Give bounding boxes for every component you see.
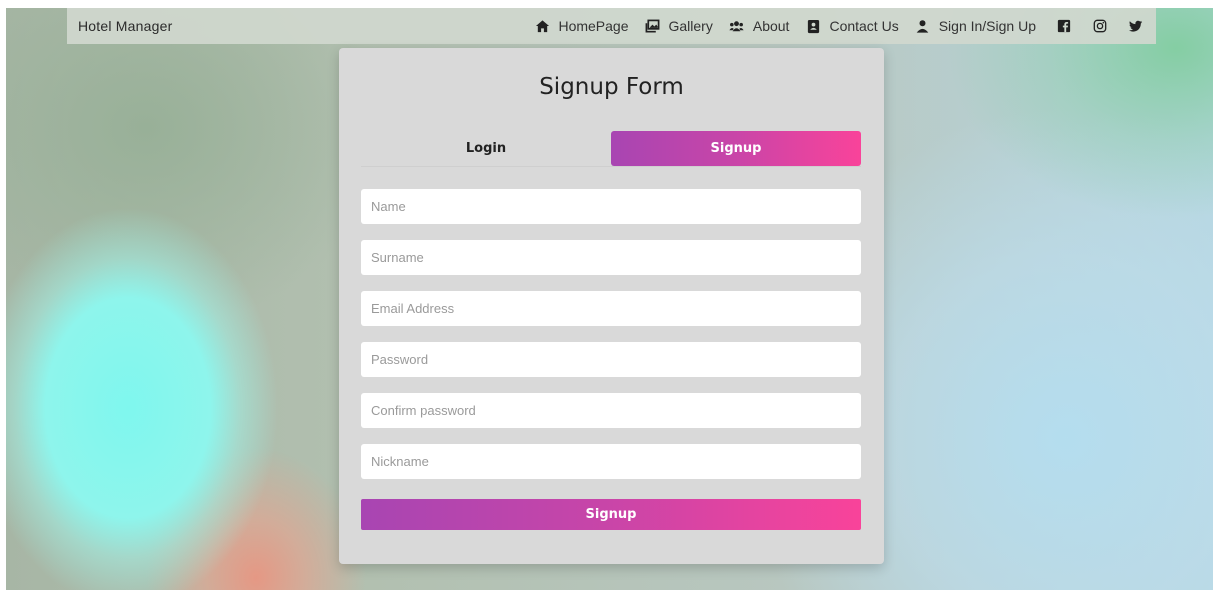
nav-link-label: About [752,18,790,34]
nav-link-sign-in-sign-up[interactable]: Sign In/Sign Up [915,18,1036,34]
email-field[interactable] [361,291,861,326]
nav-link-gallery[interactable]: Gallery [645,18,713,34]
top-navbar: Hotel Manager HomePage Gallery About Con… [67,8,1156,44]
gallery-icon [645,18,661,34]
name-field[interactable] [361,189,861,224]
nav-links: HomePage Gallery About Contact Us Sign I… [518,18,1144,34]
form-title: Signup Form [539,74,684,100]
nav-link-label: Sign In/Sign Up [938,18,1036,34]
instagram-icon[interactable] [1092,18,1108,34]
user-icon [915,18,931,34]
nav-link-homepage[interactable]: HomePage [534,18,629,34]
tab-login[interactable]: Login [361,131,611,166]
nav-link-label: Contact Us [829,18,899,34]
nav-link-label: Gallery [668,18,713,34]
confirm-password-field[interactable] [361,393,861,428]
home-icon [534,18,550,34]
nav-link-about[interactable]: About [729,18,790,34]
facebook-icon[interactable] [1056,18,1072,34]
twitter-icon[interactable] [1128,18,1144,34]
signup-card: Signup Form Login Signup Signup [339,48,884,564]
contact-card-icon [805,18,821,34]
tab-signup[interactable]: Signup [611,131,861,166]
auth-tabs: Login Signup [361,131,861,167]
surname-field[interactable] [361,240,861,275]
users-icon [729,18,745,34]
password-field[interactable] [361,342,861,377]
signup-submit-button[interactable]: Signup [361,499,861,530]
brand-name[interactable]: Hotel Manager [78,18,172,34]
nav-link-contact-us[interactable]: Contact Us [805,18,899,34]
nickname-field[interactable] [361,444,861,479]
nav-link-label: HomePage [558,18,629,34]
